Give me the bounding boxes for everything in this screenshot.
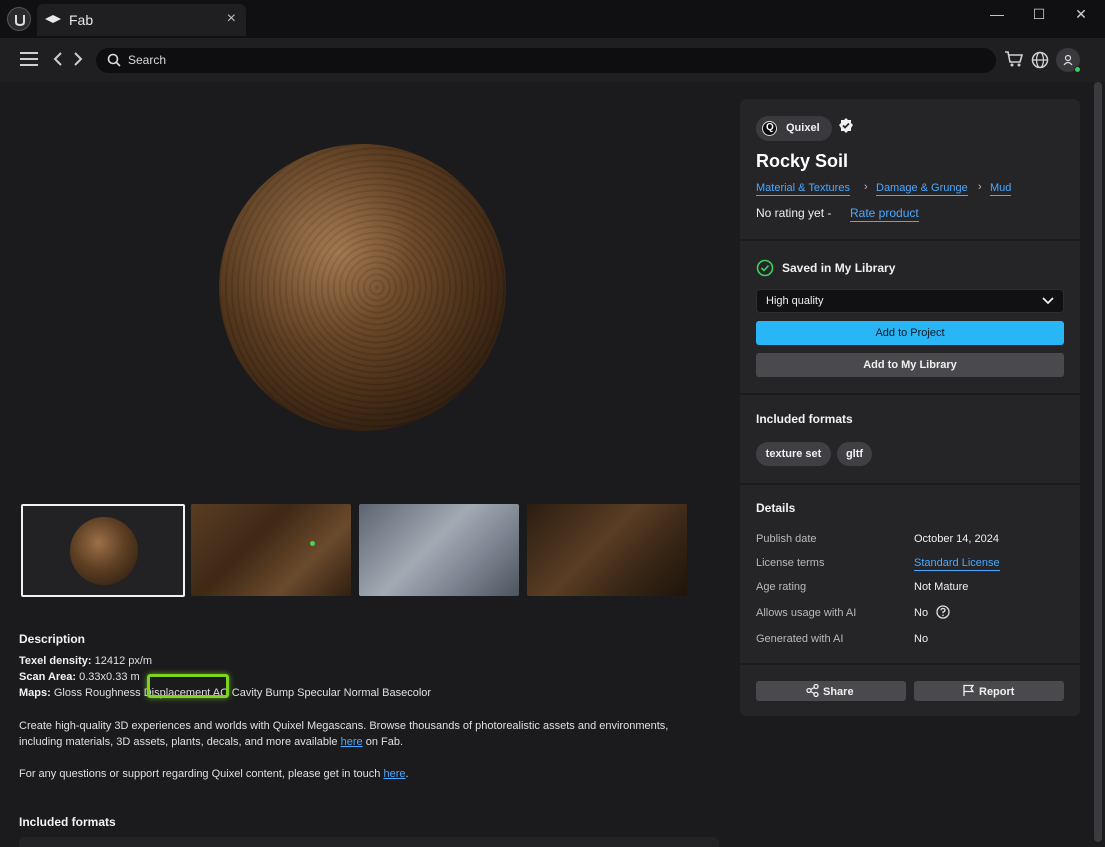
chevron-down-icon [1042,297,1054,305]
browser-tab-fab[interactable]: Fab × [37,4,246,36]
description-paragraph-1: Create high-quality 3D experiences and w… [19,720,669,748]
detail-value-publish-date: October 14, 2024 [914,533,1000,545]
search-input[interactable]: Search [96,48,996,73]
formats-table-top [19,837,719,847]
scrollbar-thumb[interactable] [1094,82,1102,842]
quality-selected-value: High quality [766,295,824,307]
breadcrumb-separator-icon: › [978,181,982,193]
globe-icon[interactable] [1031,51,1049,69]
fab-logo-icon [45,15,61,23]
scan-area-line: Scan Area: 0.33x0.33 m [19,671,140,683]
megascans-here-link[interactable]: here [341,736,363,748]
breadcrumb-separator-icon: › [864,181,868,193]
minimize-button[interactable]: — [982,6,1012,26]
share-button[interactable]: Share [756,681,906,701]
search-placeholder: Search [128,53,167,67]
nav-bar: Search [0,38,1105,82]
publisher-chip[interactable]: Q Quixel [756,116,832,141]
breadcrumb-damage-grunge[interactable]: Damage & Grunge [876,182,968,196]
tab-title: Fab [69,12,94,28]
close-window-button[interactable]: ✕ [1066,6,1096,26]
help-circle-icon[interactable] [936,605,950,619]
quixel-logo-icon: Q [762,121,777,136]
unreal-logo-icon[interactable] [7,7,31,31]
add-to-project-button[interactable]: Add to Project [756,321,1064,345]
format-pill-gltf[interactable]: gltf [837,442,872,466]
scrollbar[interactable] [1094,82,1102,847]
gallery-thumbnail-2[interactable] [191,504,351,596]
online-status-indicator [1074,66,1081,73]
texel-density-line: Texel density: 12412 px/m [19,655,153,667]
detail-label-age-rating: Age rating [756,581,807,593]
share-label: Share [823,686,854,698]
detail-label-generated-ai: Generated with AI [756,633,844,645]
quality-select[interactable]: High quality [756,289,1064,313]
gallery-thumbnail-3[interactable] [359,504,519,596]
back-arrow-icon[interactable] [52,51,64,67]
product-info-panel: Q Quixel Rocky Soil Material & Textures … [740,99,1080,716]
detail-value-generated-ai: No [914,633,929,645]
maximize-button[interactable]: ☐ [1024,6,1054,26]
share-icon [806,683,819,698]
check-circle-icon [756,259,774,277]
rate-product-link[interactable]: Rate product [850,206,919,222]
material-preview-sphere [219,144,506,431]
breadcrumb-material-textures[interactable]: Material & Textures [756,182,850,196]
avatar[interactable] [1056,48,1081,73]
detail-value-ai-usage: No [914,607,929,619]
formats-section [740,395,1080,485]
saved-in-library-label: Saved in My Library [782,261,896,275]
tab-close-icon[interactable]: × [227,10,236,28]
flag-icon [963,684,975,696]
description-paragraph-2: For any questions or support regarding Q… [19,768,409,780]
format-pill-texture-set[interactable]: texture set [756,442,831,466]
main-content: Description Texel density: 12412 px/m Sc… [0,82,730,847]
detail-label-license: License terms [756,557,825,569]
report-label: Report [979,686,1015,698]
rating-text: No rating yet - [756,206,832,220]
product-title: Rocky Soil [756,151,849,171]
breadcrumb-mud[interactable]: Mud [990,182,1012,196]
detail-value-age-rating: Not Mature [914,581,969,593]
search-icon [107,53,121,67]
gallery-thumbnail-1[interactable] [21,504,185,597]
displacement-highlight [147,674,229,698]
forward-arrow-icon[interactable] [72,51,84,67]
indicator-dot [310,541,315,546]
included-formats-heading: Included formats [756,412,853,426]
detail-label-publish-date: Publish date [756,533,817,545]
title-bar: Fab × — ☐ ✕ [0,0,1105,38]
standard-license-link[interactable]: Standard License [914,557,1000,571]
detail-value-license: Standard License [914,557,1000,571]
report-button[interactable]: Report [914,681,1064,701]
product-header-section: Q Quixel Rocky Soil Material & Textures … [740,99,1080,241]
details-heading: Details [756,501,796,515]
cart-icon[interactable] [1004,50,1024,68]
product-preview[interactable] [0,82,730,492]
detail-label-ai-usage: Allows usage with AI [756,607,857,619]
gallery-thumbnail-4[interactable] [527,504,687,596]
thumbnail-sphere [70,517,138,585]
description-heading: Description [19,632,86,646]
publisher-name: Quixel [786,122,820,134]
included-formats-heading-main: Included formats [19,815,116,829]
verified-badge-icon [839,118,853,133]
support-here-link[interactable]: here [383,768,405,780]
hamburger-menu-icon[interactable] [20,52,38,66]
add-to-library-button[interactable]: Add to My Library [756,353,1064,377]
